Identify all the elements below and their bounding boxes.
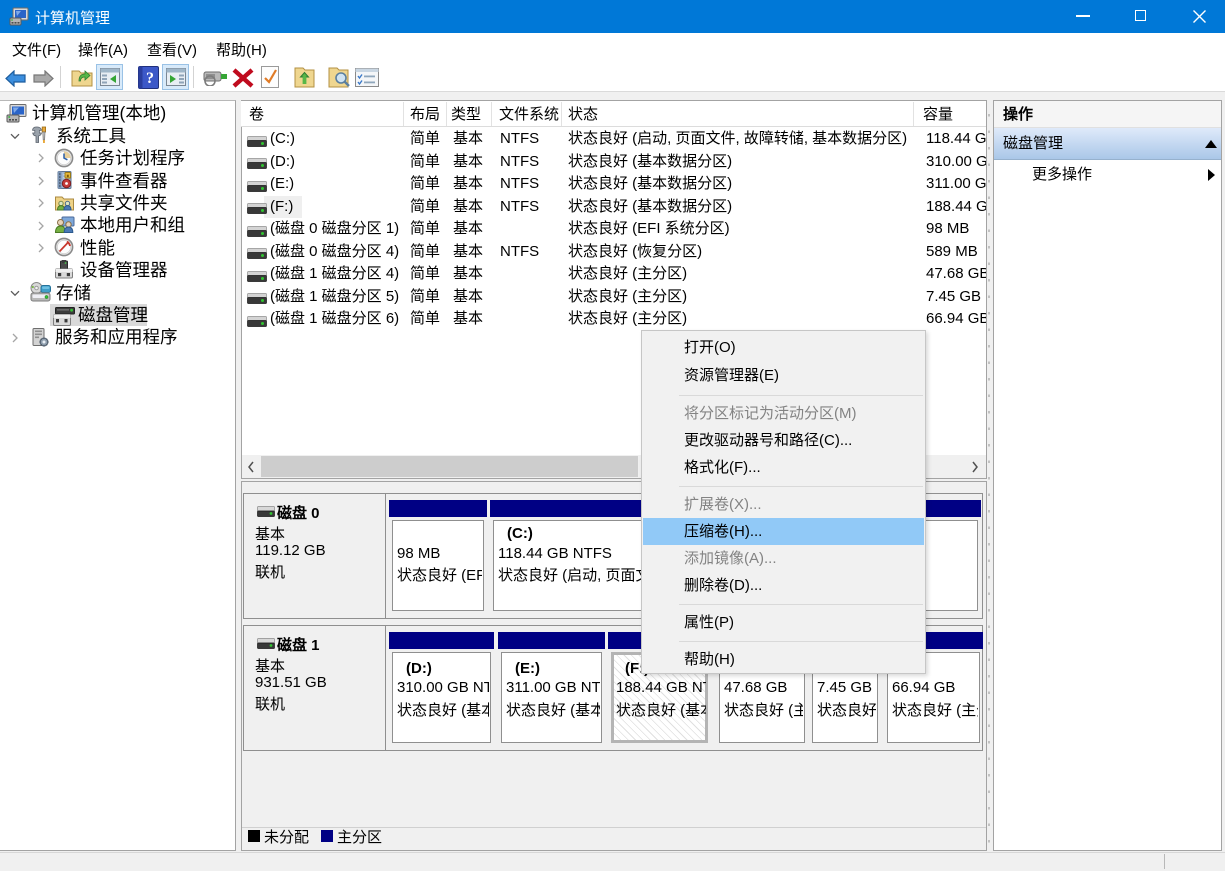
svg-text:?: ? (146, 70, 154, 87)
